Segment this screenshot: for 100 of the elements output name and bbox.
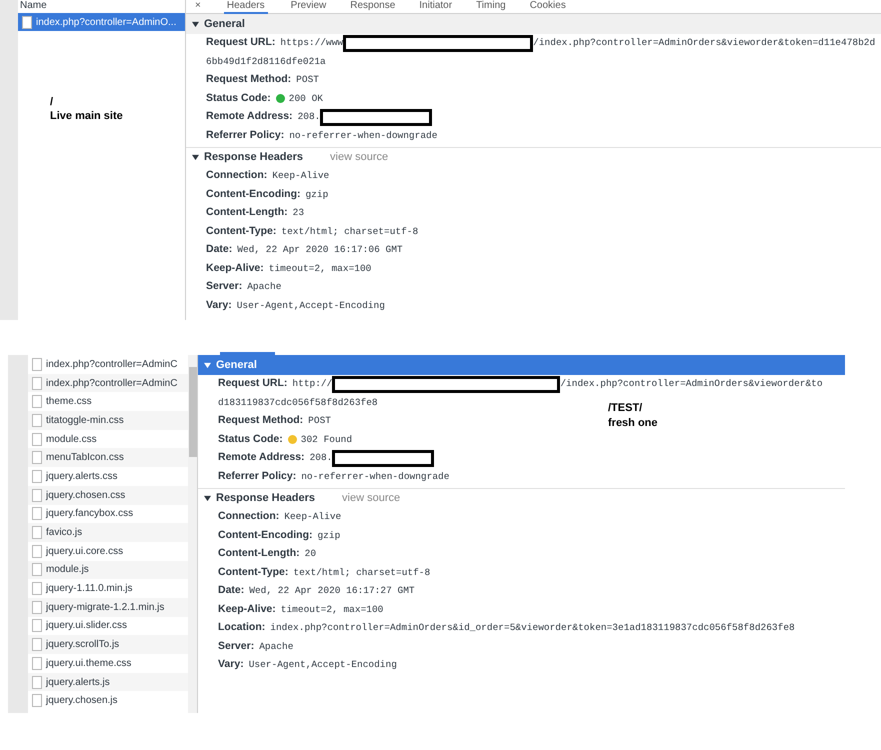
header-value: Wed, 22 Apr 2020 16:17:06 GMT: [237, 243, 403, 258]
header-value: POST: [308, 414, 331, 428]
header-name: Vary:: [206, 298, 232, 313]
header-value: timeout=2, max=100: [268, 262, 372, 276]
request-row[interactable]: index.php?controller=AdminO...: [18, 13, 185, 31]
annotation-text: Live main site: [50, 109, 124, 123]
file-icon: [32, 358, 42, 371]
header-name: Content-Type:: [206, 224, 276, 239]
header-value: 20: [304, 547, 316, 562]
annotation-text: fresh one: [608, 416, 658, 431]
request-row[interactable]: jquery-migrate-1.2.1.min.js: [28, 598, 188, 617]
header-name: Referrer Policy:: [218, 468, 296, 484]
annotation-text: /TEST/: [608, 401, 644, 416]
header-name: Content-Type:: [218, 564, 288, 580]
header-value: User-Agent,Accept-Encoding: [248, 658, 397, 672]
header-name: Date:: [206, 242, 232, 258]
header-value: http://: [292, 377, 332, 392]
request-row[interactable]: favico.js: [28, 523, 188, 542]
file-icon: [32, 656, 42, 670]
file-icon: [32, 414, 42, 427]
header-name: Status Code:: [218, 432, 283, 447]
file-icon: [32, 507, 42, 520]
request-row[interactable]: jquery.chosen.css: [28, 486, 188, 504]
header-name: Content-Encoding:: [206, 186, 300, 202]
section-header[interactable]: General: [198, 355, 845, 375]
request-row[interactable]: jquery.ui.slider.css: [28, 616, 188, 636]
file-icon: [32, 526, 42, 540]
header-name: Server:: [206, 279, 242, 294]
header-name: Request Method:: [218, 413, 304, 428]
scrollbar-thumb[interactable]: [189, 367, 197, 457]
header-value: /index.php?controller=AdminOrders&vieworder&to: [560, 377, 823, 392]
file-icon: [32, 694, 42, 708]
header-value: index.php?controller=AdminOrders&id_order=5&vieworder&token=3e1ad183119837cdc056f58f8d263fe8: [270, 621, 795, 636]
header-value: Apache: [247, 280, 282, 294]
request-row[interactable]: index.php?controller=AdminC: [28, 374, 188, 392]
header-name: Keep-Alive:: [218, 602, 276, 617]
file-icon: [22, 16, 32, 28]
header-name: Request URL:: [218, 376, 288, 392]
file-icon: [32, 676, 42, 689]
file-icon: [32, 451, 42, 464]
tab[interactable]: Timing: [475, 0, 507, 12]
header-name: Status Code:: [206, 90, 271, 106]
header-value: timeout=2, max=100: [280, 602, 384, 617]
request-row[interactable]: module.js: [28, 560, 188, 580]
header-value: 208.: [310, 451, 332, 466]
view-source-link[interactable]: view source: [342, 490, 400, 507]
tab[interactable]: Preview: [290, 0, 328, 12]
expanded-triangle-icon[interactable]: [204, 495, 211, 502]
header-value: https://www: [280, 36, 344, 50]
file-icon: [32, 544, 42, 558]
header-value: text/html; charset=utf-8: [281, 224, 418, 239]
header-name: Date:: [218, 583, 244, 598]
header-name: Content-Encoding:: [218, 528, 312, 543]
file-icon: [32, 638, 42, 652]
file-icon: [32, 600, 42, 614]
view-source-link[interactable]: view source: [330, 149, 388, 166]
header-value: Apache: [259, 640, 294, 654]
header-value: /index.php?controller=AdminOrders&vieworder&token=d11e478b2d: [533, 36, 876, 50]
header-name: Remote Address:: [218, 450, 305, 466]
tab[interactable]: Response: [349, 0, 396, 12]
header-name: Remote Address:: [206, 109, 293, 124]
header-value: POST: [296, 73, 319, 88]
header-value: gzip: [317, 528, 340, 543]
request-row[interactable]: titatoggle-min.css: [28, 411, 188, 430]
request-row[interactable]: jquery.alerts.js: [28, 672, 188, 692]
file-icon: [32, 376, 42, 390]
tab[interactable]: Initiator: [418, 0, 454, 12]
file-icon: [32, 488, 42, 502]
file-icon: [32, 563, 42, 576]
header-value: 23: [292, 206, 304, 220]
tab[interactable]: Cookies: [528, 0, 567, 12]
header-name: Content-Length:: [218, 546, 300, 562]
annotation-text: /: [50, 95, 54, 109]
tab[interactable]: ×: [194, 0, 202, 12]
header-value: d183119837cdc056f58f8d263fe8: [218, 396, 378, 410]
header-name: Connection:: [206, 168, 268, 184]
file-icon: [32, 432, 42, 446]
expanded-triangle-icon[interactable]: [192, 154, 199, 161]
header-value: Wed, 22 Apr 2020 16:17:27 GMT: [249, 584, 415, 598]
header-value: 6bb49d1f2d8116dfe021a: [206, 54, 326, 69]
header-value: 302 Found: [300, 432, 352, 447]
request-row[interactable]: menuTabIcon.css: [28, 448, 188, 468]
header-name: Keep-Alive:: [206, 260, 264, 276]
header-value: no-referrer-when-downgrade: [301, 470, 450, 484]
file-icon: [32, 582, 42, 596]
request-row[interactable]: jquery.scrollTo.js: [28, 635, 188, 654]
file-icon: [32, 470, 42, 483]
file-icon: [32, 395, 42, 408]
header-value: User-Agent,Accept-Encoding: [236, 298, 385, 313]
header-name: Server:: [218, 638, 254, 654]
header-value: text/html; charset=utf-8: [293, 566, 430, 580]
expanded-triangle-icon[interactable]: [192, 20, 199, 28]
file-icon: [32, 619, 42, 632]
header-value: Keep-Alive: [272, 169, 330, 184]
column-heading: Name: [19, 0, 47, 13]
header-value: Keep-Alive: [284, 510, 342, 524]
section-header[interactable]: General: [186, 14, 881, 34]
header-value: no-referrer-when-downgrade: [289, 128, 438, 143]
header-name: Content-Length:: [206, 205, 288, 220]
header-name: Request Method:: [206, 72, 292, 88]
